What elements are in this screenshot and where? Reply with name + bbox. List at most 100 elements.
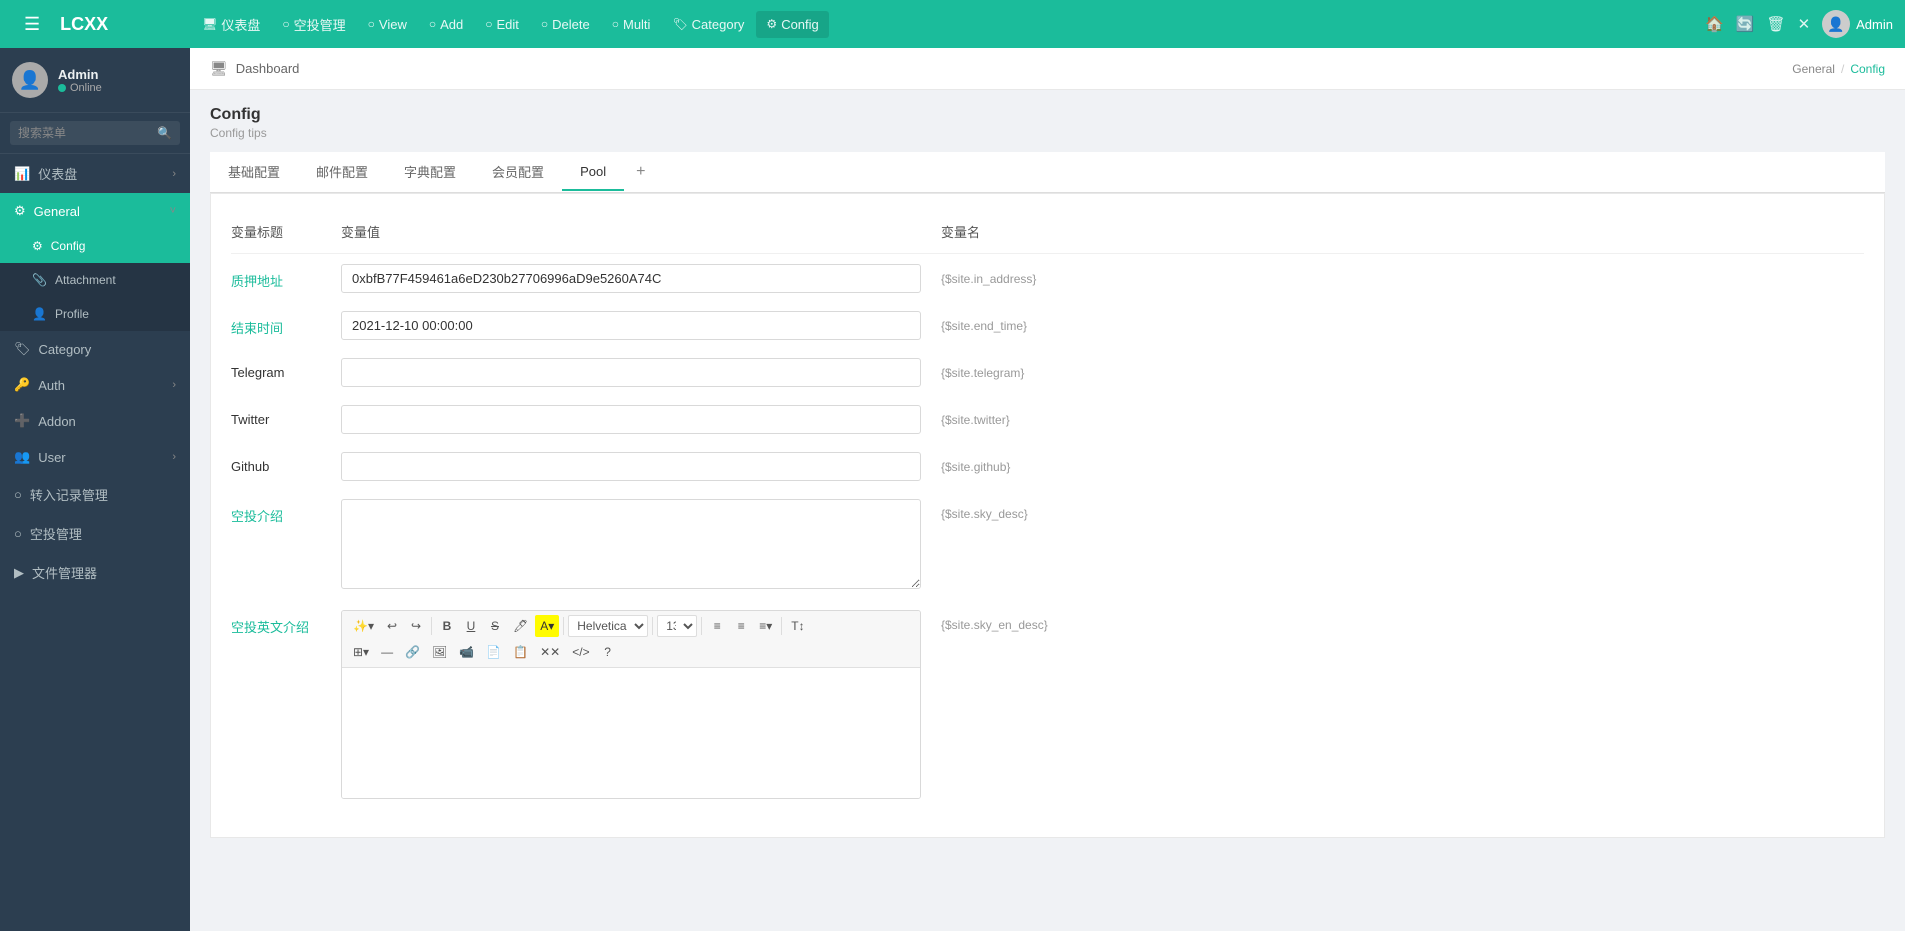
sidebar-item-config[interactable]: ⚙ Config: [0, 229, 190, 263]
menu-toggle-icon[interactable]: ☰: [12, 14, 52, 35]
refresh-icon[interactable]: 🔄: [1736, 15, 1755, 33]
topnav-item-multi[interactable]: ○ Multi: [602, 11, 661, 38]
tb-file-btn[interactable]: 📄: [481, 641, 506, 663]
topnav-item-config[interactable]: ⚙ Config: [756, 11, 828, 38]
topnav-items: 🖥 仪表盘 ○ 空投管理 ○ View ○ Add ○ Edit ○ Delet…: [192, 9, 1705, 40]
transfer-sidebar-icon: ○: [14, 487, 22, 502]
sidebar-item-attachment[interactable]: 📎 Attachment: [0, 263, 190, 297]
input-twitter[interactable]: [341, 405, 921, 434]
multi-nav-icon: ○: [612, 17, 619, 31]
topnav-item-delete[interactable]: ○ Delete: [531, 11, 600, 38]
tb-highlight-btn[interactable]: A▾: [535, 615, 559, 637]
topnav-right: 🏠 🔄 🗑 ✕ 👤 Admin: [1705, 10, 1893, 38]
form-header-row: 变量标题 变量值 变量名: [231, 214, 1864, 254]
sidebar-item-user[interactable]: 👥 User ›: [0, 439, 190, 475]
tb-strikethrough-btn[interactable]: S: [484, 615, 506, 637]
sidebar-item-auth[interactable]: 🔑 Auth ›: [0, 367, 190, 403]
tb-text-height-btn[interactable]: T↕: [786, 615, 809, 637]
textarea-airdrop-desc[interactable]: [341, 499, 921, 589]
input-pledge-address[interactable]: [341, 264, 921, 293]
tb-sparkle-btn[interactable]: ✨▾: [348, 615, 379, 637]
sidebar-item-filemanager[interactable]: ▶ 文件管理器: [0, 553, 190, 592]
tb-pen-btn[interactable]: 🖊: [508, 615, 533, 637]
content-header: Config Config tips: [210, 106, 1885, 140]
sidebar-item-airdrop[interactable]: ○ 空投管理: [0, 514, 190, 553]
tb-sep-1: [431, 617, 432, 635]
delete-nav-icon: ○: [541, 17, 548, 31]
tb-link-btn[interactable]: 🔗: [400, 641, 425, 663]
toolbar-row-2: ⊞▾ — 🔗 🖼 📹 📄 📋 ✕✕ </> ?: [348, 641, 914, 663]
tb-video-btn[interactable]: 📹: [454, 641, 479, 663]
tb-help-btn[interactable]: ?: [597, 641, 619, 663]
config-tabs: 基础配置 邮件配置 字典配置 会员配置 Pool +: [210, 152, 1885, 193]
subheader: 🖥 Dashboard General / Config: [190, 48, 1905, 90]
sidebar-avatar: 👤: [12, 62, 48, 98]
tb-image-btn[interactable]: 🖼: [427, 641, 452, 663]
main-content: 🖥 Dashboard General / Config Config Conf…: [190, 48, 1905, 931]
varname-telegram: {$site.telegram}: [941, 358, 1141, 380]
tab-add-button[interactable]: +: [624, 155, 657, 189]
input-end-time[interactable]: [341, 311, 921, 340]
varname-pledge-address: {$site.in_address}: [941, 264, 1141, 286]
input-telegram-wrap: [341, 358, 921, 387]
close-icon[interactable]: ✕: [1798, 15, 1811, 33]
subheader-left: 🖥 Dashboard: [210, 60, 299, 77]
tb-sep-3: [652, 617, 653, 635]
tb-fullscreen-btn[interactable]: ✕✕: [535, 641, 565, 663]
tb-redo-btn[interactable]: ↪: [405, 615, 427, 637]
auth-sidebar-icon: 🔑: [14, 377, 30, 393]
sidebar-status: Online: [58, 82, 102, 94]
tb-hr-btn[interactable]: —: [376, 641, 398, 663]
page-title: Config: [210, 106, 1885, 124]
sidebar-item-transfer[interactable]: ○ 转入记录管理: [0, 475, 190, 514]
sidebar-item-dashboard[interactable]: 📊 仪表盘 ›: [0, 154, 190, 193]
sidebar-search-area: 🔍: [0, 113, 190, 154]
tab-member-config[interactable]: 会员配置: [474, 152, 562, 193]
rich-content-area[interactable]: [342, 668, 920, 798]
topnav-item-edit[interactable]: ○ Edit: [475, 11, 529, 38]
sidebar-user-info: Admin Online: [58, 67, 102, 94]
form-col-value: 变量值: [341, 222, 921, 241]
form-row-airdrop-desc: 空投介绍 {$site.sky_desc}: [231, 499, 1864, 592]
admin-user-area[interactable]: 👤 Admin: [1822, 10, 1893, 38]
trash-icon[interactable]: 🗑: [1767, 15, 1786, 33]
tb-undo-btn[interactable]: ↩: [381, 615, 403, 637]
tab-mail-config[interactable]: 邮件配置: [298, 152, 386, 193]
topnav-item-dashboard[interactable]: 🖥 仪表盘: [192, 9, 270, 40]
sidebar-user: 👤 Admin Online: [0, 48, 190, 113]
tab-dict-config[interactable]: 字典配置: [386, 152, 474, 193]
topnav-item-category[interactable]: 🏷 Category: [662, 11, 754, 38]
sidebar-item-category[interactable]: 🏷 Category: [0, 331, 190, 367]
topnav-item-add[interactable]: ○ Add: [419, 11, 473, 38]
tb-list-ul-btn[interactable]: ≡: [706, 615, 728, 637]
input-telegram[interactable]: [341, 358, 921, 387]
topnav-item-airdrop[interactable]: ○ 空投管理: [272, 9, 355, 40]
tb-indent-btn[interactable]: ≡▾: [754, 615, 777, 637]
tab-basic-config[interactable]: 基础配置: [210, 152, 298, 193]
form-col-label: 变量标题: [231, 222, 321, 241]
tb-clipboard-btn[interactable]: 📋: [508, 641, 533, 663]
input-github[interactable]: [341, 452, 921, 481]
topnav-item-view[interactable]: ○ View: [358, 11, 417, 38]
tab-pool[interactable]: Pool: [562, 154, 624, 191]
home-icon[interactable]: 🏠: [1705, 15, 1724, 33]
sidebar-sub-general: ⚙ Config 📎 Attachment 👤 Profile: [0, 229, 190, 331]
tb-underline-btn[interactable]: U: [460, 615, 482, 637]
tb-list-ol-btn[interactable]: ≡: [730, 615, 752, 637]
sidebar-item-profile[interactable]: 👤 Profile: [0, 297, 190, 331]
tb-bold-btn[interactable]: B: [436, 615, 458, 637]
font-size-select[interactable]: 13: [657, 615, 697, 637]
pledge-address-text: 质押地址: [231, 274, 283, 289]
tb-code-btn[interactable]: </>: [567, 641, 594, 663]
sidebar-search-input[interactable]: [10, 121, 180, 145]
sidebar-item-addon[interactable]: ➕ Addon: [0, 403, 190, 439]
sidebar: 👤 Admin Online 🔍 📊 仪表盘 ›: [0, 48, 190, 931]
view-nav-icon: ○: [368, 17, 375, 31]
airdrop-sidebar-icon: ○: [14, 526, 22, 541]
font-family-select[interactable]: Helvetica: [568, 615, 648, 637]
sidebar-item-general[interactable]: ⚙ General ˅: [0, 193, 190, 229]
rich-toolbar: ✨▾ ↩ ↪ B U S 🖊 A▾: [342, 611, 920, 668]
form-area: 变量标题 变量值 变量名 质押地址 {$site.in_address}: [210, 193, 1885, 838]
tb-table-btn[interactable]: ⊞▾: [348, 641, 374, 663]
profile-sidebar-icon: 👤: [32, 307, 47, 321]
